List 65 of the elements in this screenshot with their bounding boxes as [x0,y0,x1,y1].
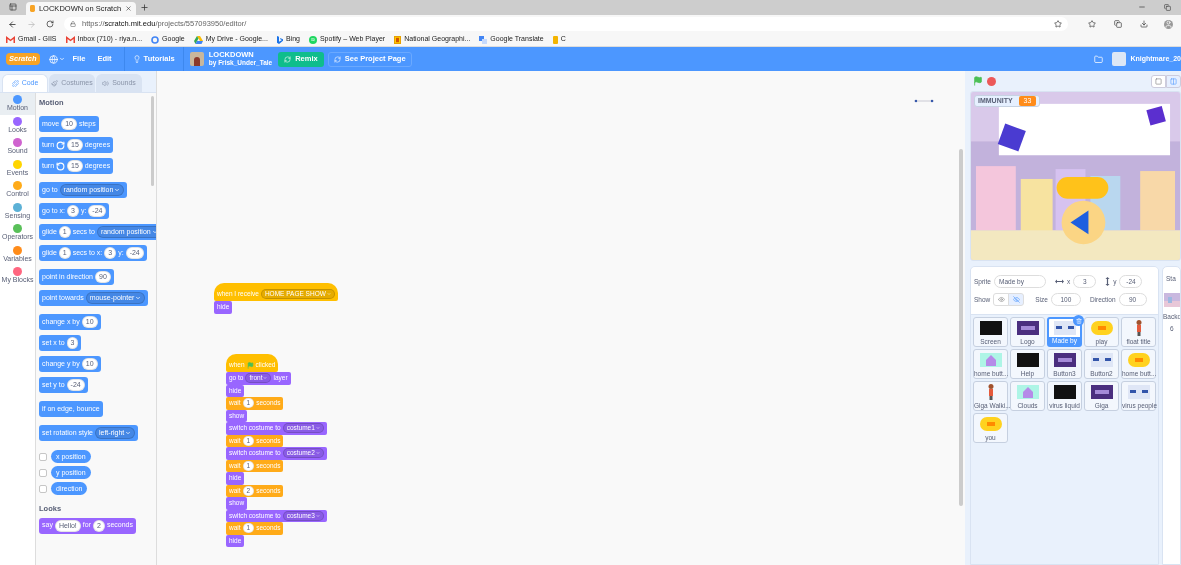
checkbox[interactable] [39,484,47,493]
restore-icon[interactable] [1164,4,1171,11]
frame-icon [394,35,402,44]
lock-icon [70,21,76,27]
delete-button[interactable] [1073,315,1084,326]
eye-off-icon [1012,296,1020,303]
user-avatar[interactable] [1112,52,1127,66]
minimize-icon[interactable] [1138,3,1146,11]
rotate-left-icon [56,161,66,171]
stage-icon [1155,77,1162,85]
rotate-right-icon [56,140,66,150]
caret-icon [114,187,121,194]
language-icon[interactable] [48,54,58,64]
brush-icon [51,80,59,87]
mail-icon [65,36,75,43]
caret-icon [315,513,320,518]
profile-icon[interactable] [1164,19,1173,29]
caret-icon [125,430,132,437]
zoom-slider-icon[interactable] [913,99,935,103]
small-stage-button[interactable] [1151,74,1166,88]
back-icon[interactable] [8,19,17,29]
flag-icon [246,361,254,369]
trash-icon [1075,317,1082,324]
favorite-icon[interactable] [1054,20,1062,28]
scrollbar[interactable] [959,149,963,506]
close-icon[interactable] [125,5,132,12]
code-icon [11,80,19,87]
flag-icon[interactable] [973,76,983,86]
b-icon [276,35,283,44]
bookmark-icon [552,35,558,44]
favorites-icon[interactable] [1088,20,1096,28]
caret-icon [326,292,331,296]
new-tab-icon[interactable] [140,3,149,12]
checkbox[interactable] [39,468,47,477]
caret-icon [58,56,65,62]
scrollbar[interactable] [151,96,154,186]
caret-icon [151,229,156,236]
checkbox[interactable] [39,452,47,461]
caret-icon [135,295,142,302]
caret-icon [315,426,320,431]
show-button[interactable] [993,293,1010,306]
folder-icon[interactable] [1094,54,1104,64]
caret-icon [263,376,268,381]
remix-icon [284,55,292,63]
translate-icon [479,35,488,44]
mail-icon [6,36,15,43]
large-stage-button[interactable] [1166,74,1181,88]
triangle-icon [193,35,203,44]
swap-icon [333,55,341,63]
layout-icon [1170,77,1177,85]
speaker-icon [102,80,110,87]
cat-favicon [30,5,35,12]
collections-icon[interactable] [1114,20,1122,28]
forward-icon[interactable] [27,19,36,29]
lightbulb-icon [132,55,141,63]
download-icon[interactable] [1140,20,1148,28]
caret-icon [315,451,320,456]
horizontal-arrows-icon [1055,279,1064,284]
reload-icon[interactable] [46,20,54,28]
vertical-arrows-icon [1105,277,1111,286]
hide-button[interactable] [1008,293,1025,306]
tab-actions-icon[interactable] [9,3,17,11]
eye-icon [997,296,1005,303]
avatar [189,52,204,66]
stop-icon[interactable] [987,76,996,86]
